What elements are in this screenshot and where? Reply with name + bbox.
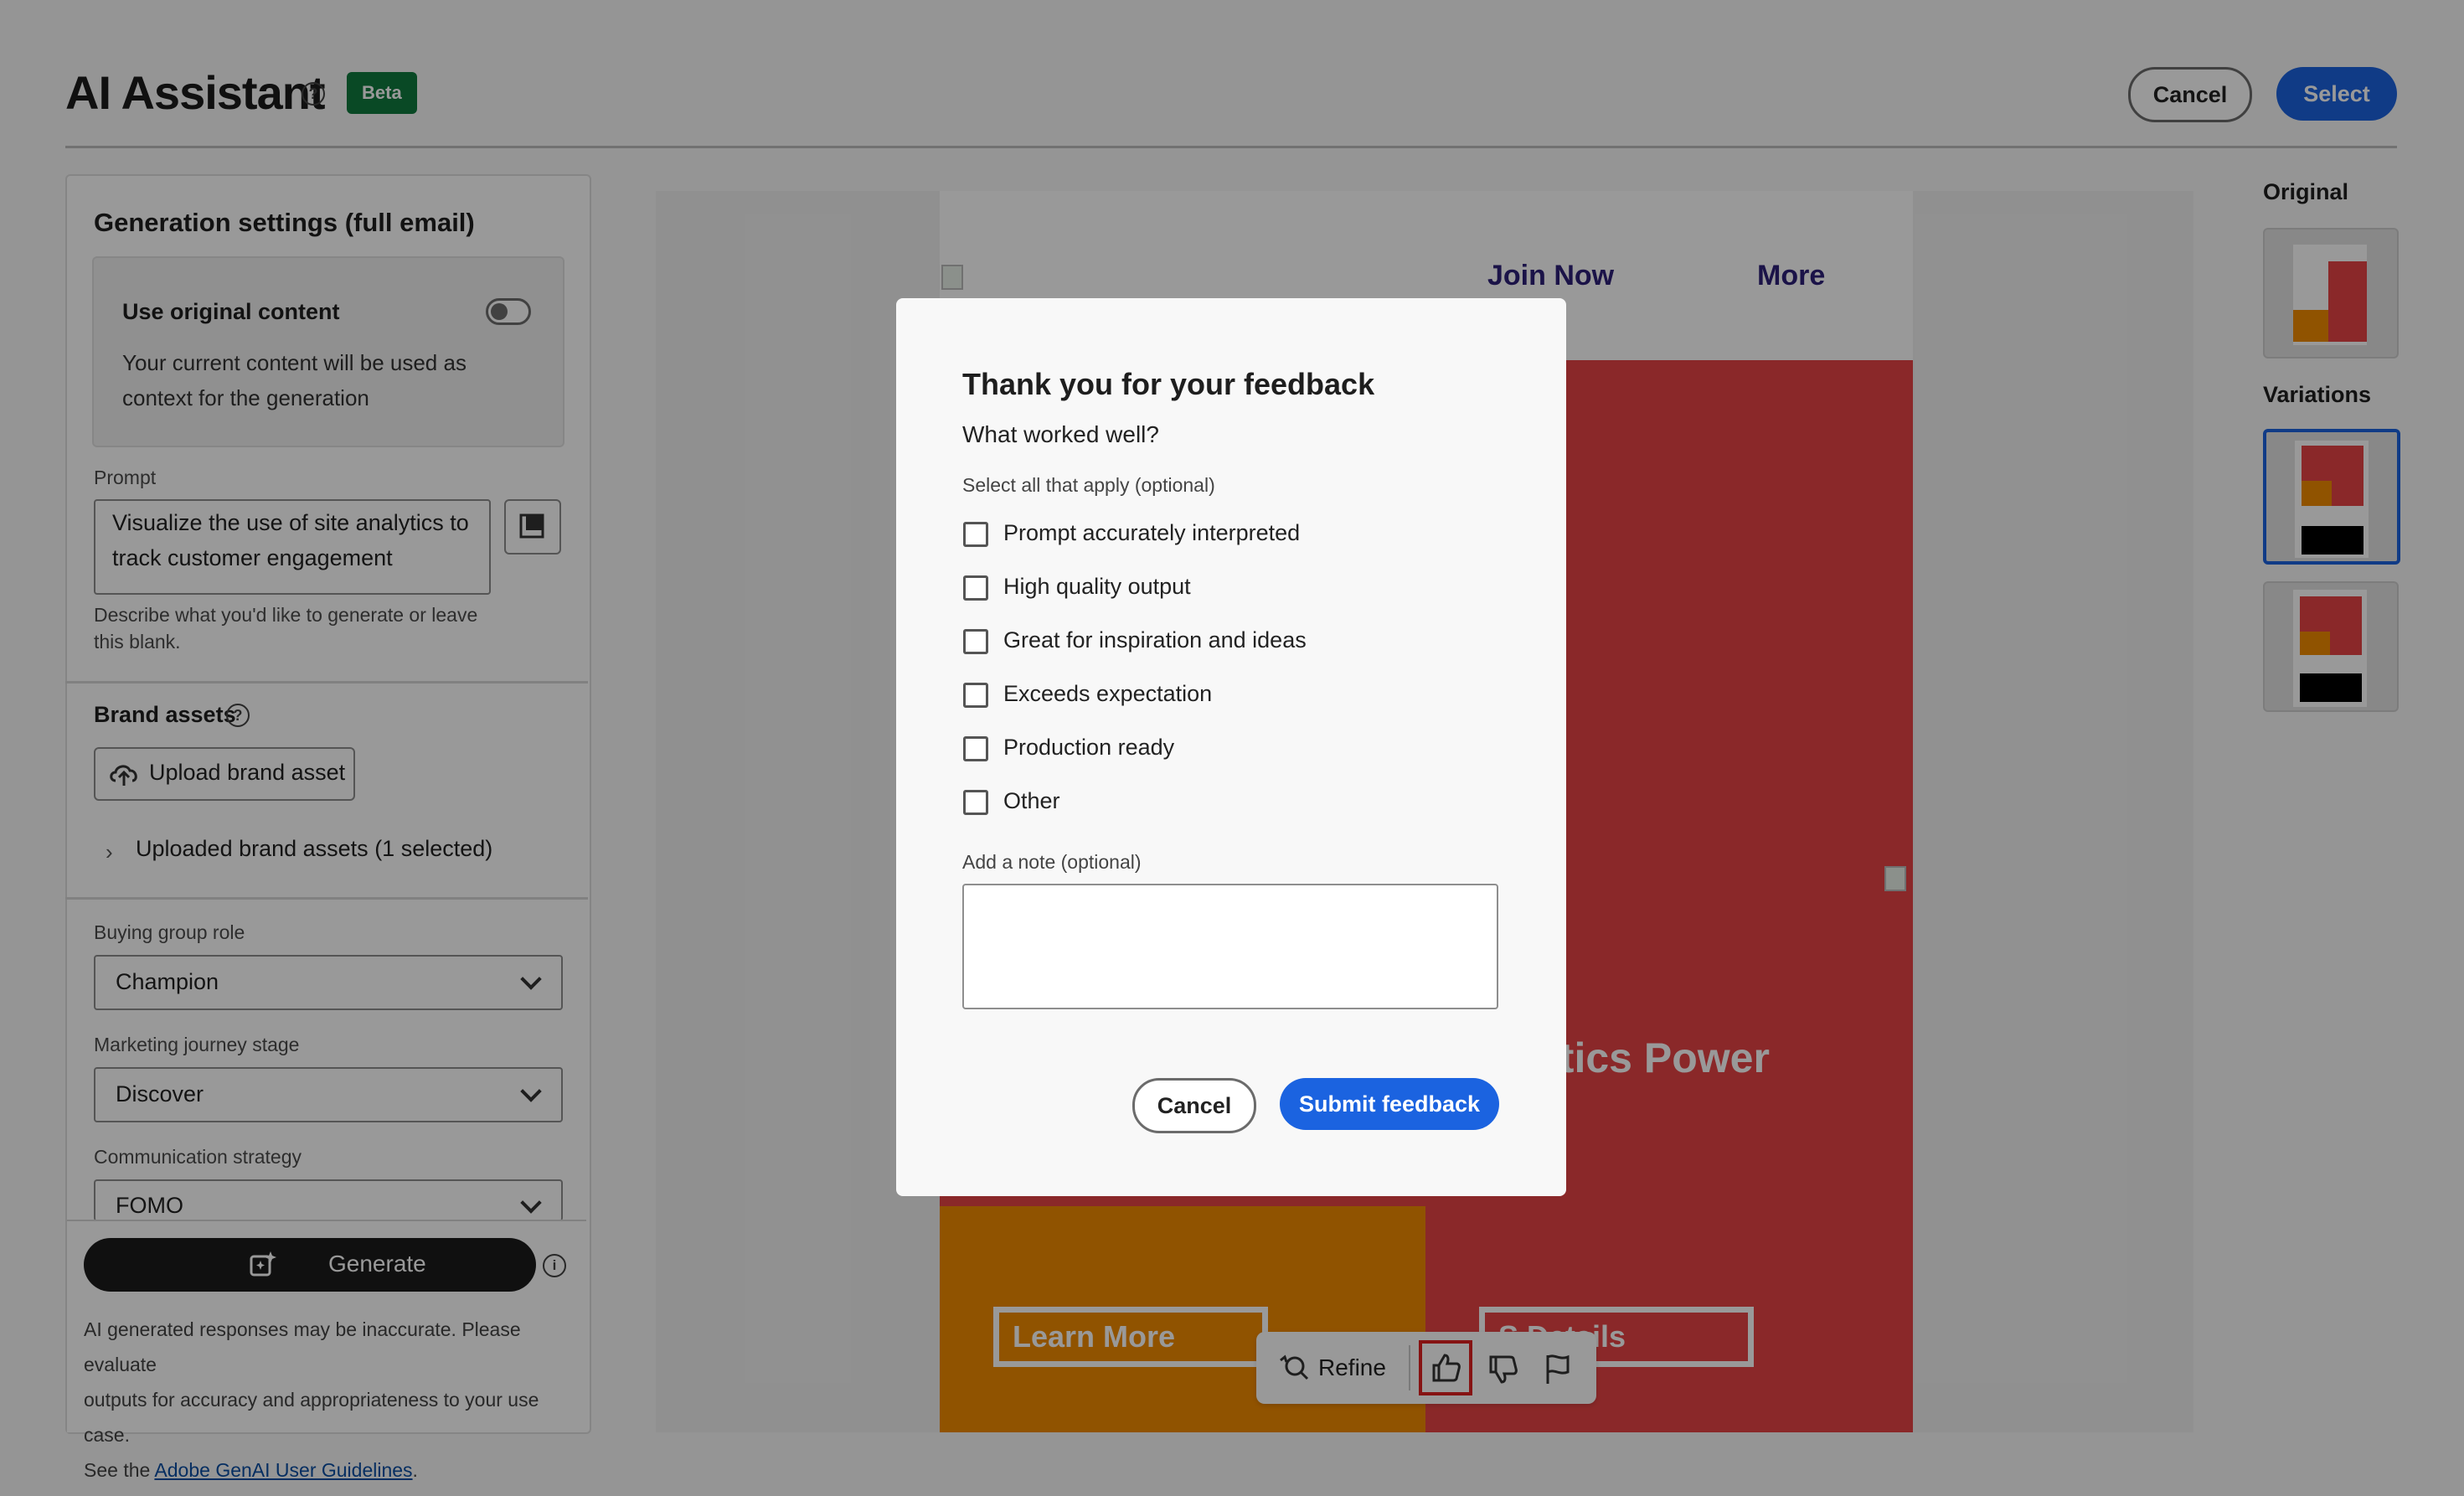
- checkbox-great-for-inspiration[interactable]: [963, 629, 988, 654]
- feedback-note-textarea[interactable]: [962, 884, 1498, 1009]
- checkbox-label[interactable]: Production ready: [1003, 735, 1174, 761]
- feedback-hint: Select all that apply (optional): [962, 474, 1215, 496]
- feedback-cancel-button[interactable]: Cancel: [1132, 1078, 1256, 1133]
- checkbox-label[interactable]: Other: [1003, 788, 1060, 814]
- checkbox-label[interactable]: Exceeds expectation: [1003, 681, 1212, 707]
- checkbox-prompt-accurately-interpreted[interactable]: [963, 522, 988, 547]
- checkbox-label[interactable]: Prompt accurately interpreted: [1003, 520, 1300, 546]
- feedback-dialog-title: Thank you for your feedback: [962, 367, 1375, 401]
- submit-feedback-button[interactable]: Submit feedback: [1280, 1078, 1499, 1130]
- checkbox-production-ready[interactable]: [963, 736, 988, 761]
- feedback-dialog-subtitle: What worked well?: [962, 421, 1159, 447]
- checkbox-exceeds-expectation[interactable]: [963, 683, 988, 708]
- checkbox-label[interactable]: Great for inspiration and ideas: [1003, 627, 1307, 653]
- checkbox-label[interactable]: High quality output: [1003, 574, 1191, 600]
- note-label: Add a note (optional): [962, 851, 1142, 873]
- checkbox-other[interactable]: [963, 790, 988, 815]
- ai-assistant-page: AI Assistant ? Beta Cancel Select Genera…: [0, 0, 2464, 1496]
- checkbox-high-quality-output[interactable]: [963, 575, 988, 601]
